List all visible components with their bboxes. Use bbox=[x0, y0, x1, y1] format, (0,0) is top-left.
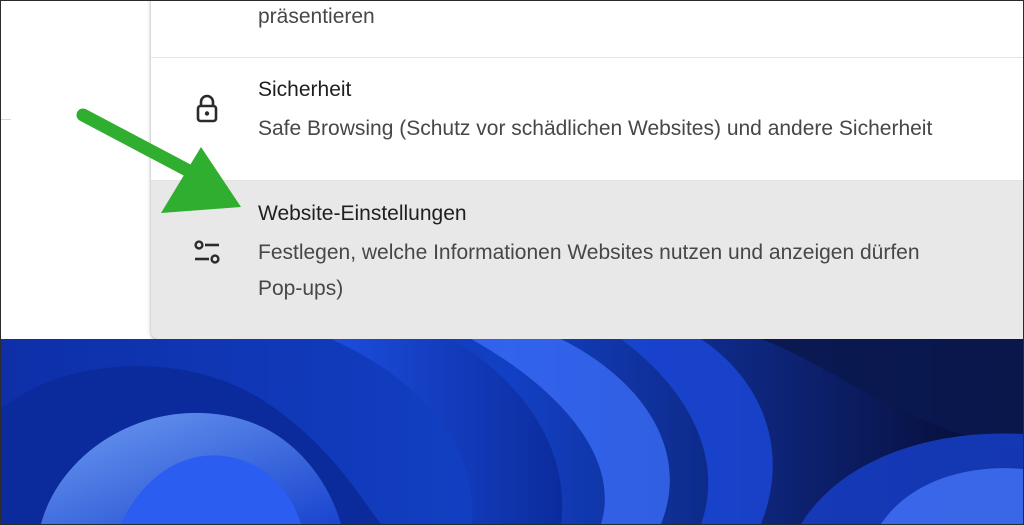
settings-item-site-settings-description: Festlegen, welche Informationen Websites… bbox=[258, 241, 920, 264]
arrow-annotation bbox=[76, 108, 241, 213]
screenshot-frame: präsentieren Sicherheit Safe Browsing (S… bbox=[0, 0, 1024, 525]
settings-card: präsentieren Sicherheit Safe Browsing (S… bbox=[151, 1, 1023, 339]
settings-item-site-settings-title: Website-Einstellungen bbox=[258, 202, 467, 225]
tune-sliders-icon bbox=[191, 236, 223, 268]
settings-item-security[interactable]: Sicherheit Safe Browsing (Schutz vor sch… bbox=[151, 58, 1023, 181]
left-divider bbox=[1, 119, 11, 120]
settings-item-security-title: Sicherheit bbox=[258, 78, 352, 101]
browser-content-area: präsentieren Sicherheit Safe Browsing (S… bbox=[1, 1, 1023, 339]
settings-item-previous[interactable]: präsentieren bbox=[151, 1, 1023, 58]
settings-item-site-settings[interactable]: Website-Einstellungen Festlegen, welche … bbox=[151, 181, 1023, 339]
desktop-wallpaper bbox=[1, 339, 1023, 524]
settings-item-previous-description: präsentieren bbox=[258, 5, 375, 28]
settings-item-security-description: Safe Browsing (Schutz vor schädlichen We… bbox=[258, 117, 933, 140]
settings-item-site-settings-description-continued: Pop-ups) bbox=[258, 277, 344, 300]
